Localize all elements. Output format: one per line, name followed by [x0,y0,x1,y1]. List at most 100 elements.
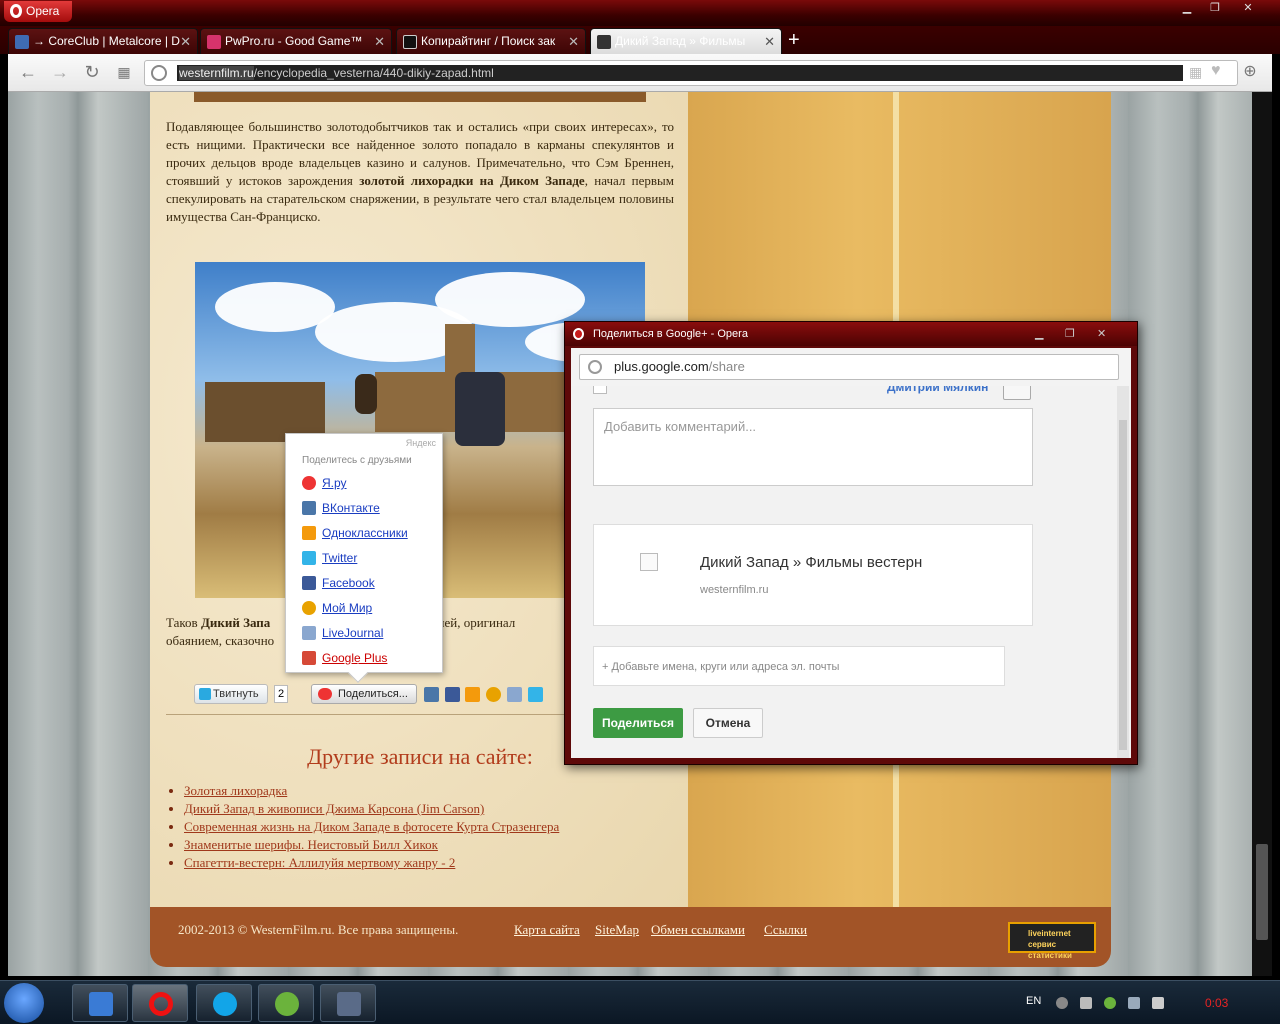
share-yaru[interactable]: Я.ру [302,474,347,492]
tab-close-icon[interactable]: ✕ [764,29,775,54]
tab-dikiy-zapad[interactable]: Дикий Запад » Фильмы ✕ [590,28,782,54]
tab-coreclub[interactable]: → CoreClub | Metalcore | D ✕ [8,28,198,54]
share-vkontakte[interactable]: ВКонтакте [302,499,380,517]
tweet-label: Твитнуть [213,688,259,700]
share-facebook[interactable]: Facebook [302,574,375,592]
list-item: Спагетти-вестерн: Аллилуйя мертвому жанр… [184,854,559,872]
list-item: Знаменитые шерифы. Неистовый Билл Хикок [184,836,559,854]
cancel-button[interactable]: Отмена [693,708,763,738]
grid-icon[interactable]: ▦ [1189,64,1202,81]
new-tab-button[interactable]: + [788,28,800,52]
liveinternet-counter[interactable]: liveinternet сервис статистики [1008,922,1096,960]
odnoklassniki-icon[interactable] [465,687,480,702]
tray-speaker-icon[interactable] [1152,997,1164,1009]
url-text[interactable]: westernfilm.ru/encyclopedia_vesterna/440… [177,65,1183,81]
popup-title-bar[interactable]: Поделиться в Google+ - Opera ▁ ❐ ✕ [565,322,1137,346]
taskbar-game[interactable] [320,984,376,1022]
tab-close-icon[interactable]: ✕ [568,29,579,54]
list-item: Современная жизнь на Диком Западе в фото… [184,818,559,836]
footer-link-sitemap[interactable]: SiteMap [595,922,639,938]
tab-pwpro[interactable]: PwPro.ru - Good Game™ ✕ [200,28,392,54]
popup-scrollbar[interactable] [1117,386,1129,758]
tab-copywriting[interactable]: Копирайтинг / Поиск зак ✕ [396,28,586,54]
footer-link-exchange[interactable]: Обмен ссылками [651,922,745,938]
footer-link-links[interactable]: Ссылки [764,922,807,938]
share-label: Поделиться... [338,688,408,700]
vkontakte-icon[interactable] [424,687,439,702]
previous-image-bottom [194,92,646,102]
language-indicator[interactable]: EN [1026,995,1041,1007]
copyright-text: 2002-2013 © WesternFilm.ru. Все права за… [178,922,459,937]
moimir-icon[interactable] [486,687,501,702]
clock[interactable]: 0:03 [1205,996,1228,1010]
navigation-toolbar: ← → ↻ ▦ westernfilm.ru/encyclopedia_vest… [8,54,1272,92]
clapperboard-icon [597,35,611,49]
speed-dial-icon[interactable]: ▦ [114,62,134,82]
footer-link-sitemap-ru[interactable]: Карта сайта [514,922,580,938]
recipients-input[interactable]: + Добавьте имена, круги или адреса эл. п… [593,646,1005,686]
a-letter-icon [403,35,417,49]
post-link[interactable]: Знаменитые шерифы. Неистовый Билл Хикок [184,837,438,852]
tray-flag-icon[interactable] [1080,997,1092,1009]
comment-textarea[interactable]: Добавить комментарий... [593,408,1033,486]
tab-close-icon[interactable]: ✕ [180,29,191,54]
preview-image-icon [640,553,658,571]
share-twitter[interactable]: Twitter [302,549,357,567]
taskbar-skype[interactable] [196,984,252,1022]
yandex-share-icon [318,688,332,700]
tab-label: Копирайтинг / Поиск зак [421,34,556,48]
share-moimir[interactable]: Мой Мир [302,599,372,617]
popup-address-bar[interactable]: plus.google.com/share [579,354,1119,380]
opera-menu-button[interactable]: Opera [4,1,72,22]
heart-icon[interactable]: ♥ [1211,62,1221,80]
tray-volume-control-icon[interactable] [1056,997,1068,1009]
forward-button[interactable]: → [50,62,70,82]
popup-minimize-button[interactable]: ▁ [1035,322,1043,346]
close-button[interactable]: ✕ [1234,0,1262,18]
post-link[interactable]: Современная жизнь на Диком Западе в фото… [184,819,559,834]
account-menu-button[interactable] [1003,386,1031,400]
share-button[interactable]: Поделиться [593,708,683,738]
popup-maximize-button[interactable]: ❐ [1065,322,1075,346]
site-info-icon[interactable] [151,65,167,81]
popup-header: Поделитесь с друзьями [302,455,412,466]
taskbar-utorrent[interactable] [258,984,314,1022]
minimize-button[interactable]: ▁ [1176,0,1198,18]
post-link[interactable]: Спагетти-вестерн: Аллилуйя мертвому жанр… [184,855,455,870]
tweet-button[interactable]: Твитнуть [194,684,268,704]
share-livejournal[interactable]: LiveJournal [302,624,383,642]
utorrent-icon [275,992,299,1016]
share-odnoklassniki[interactable]: Одноклассники [302,524,408,542]
site-info-icon[interactable] [588,360,602,374]
tab-label: → CoreClub | Metalcore | D [33,34,180,48]
post-link[interactable]: Золотая лихорадка [184,783,287,798]
scrollbar-thumb[interactable] [1256,844,1268,940]
tab-close-icon[interactable]: ✕ [374,29,385,54]
popup-url-host: plus.google.com [614,359,709,374]
maximize-button[interactable]: ❐ [1204,0,1226,18]
page-scrollbar[interactable] [1252,92,1272,976]
popup-scrollbar-thumb[interactable] [1119,420,1127,750]
opera-logo-icon [573,328,584,340]
start-button[interactable] [4,983,44,1023]
tray-utorrent-icon[interactable] [1104,997,1116,1009]
facebook-icon[interactable] [445,687,460,702]
yandex-share-button[interactable]: Поделиться... [311,684,417,704]
download-icon[interactable]: ⊕ [1240,62,1260,82]
folder-icon [89,992,113,1016]
list-item: Золотая лихорадка [184,782,559,800]
tray-network-icon[interactable] [1128,997,1140,1009]
back-button[interactable]: ← [18,62,38,82]
post-link[interactable]: Дикий Запад в живописи Джима Карсона (Ji… [184,801,484,816]
taskbar-explorer[interactable] [72,984,128,1022]
twitter-icon[interactable] [528,687,543,702]
title-bar: Opera ▁ ❐ ✕ [0,0,1280,26]
reload-button[interactable]: ↻ [82,62,102,82]
taskbar-opera[interactable] [132,984,188,1022]
livejournal-icon[interactable] [507,687,522,702]
address-bar[interactable]: westernfilm.ru/encyclopedia_vesterna/440… [144,60,1238,86]
google-plus-share-form: Дмитрий Мялкин Добавить комментарий... Д… [571,386,1131,758]
user-name[interactable]: Дмитрий Мялкин [887,386,988,394]
popup-close-button[interactable]: ✕ [1097,322,1106,346]
share-google-plus[interactable]: Google Plus [302,649,387,667]
